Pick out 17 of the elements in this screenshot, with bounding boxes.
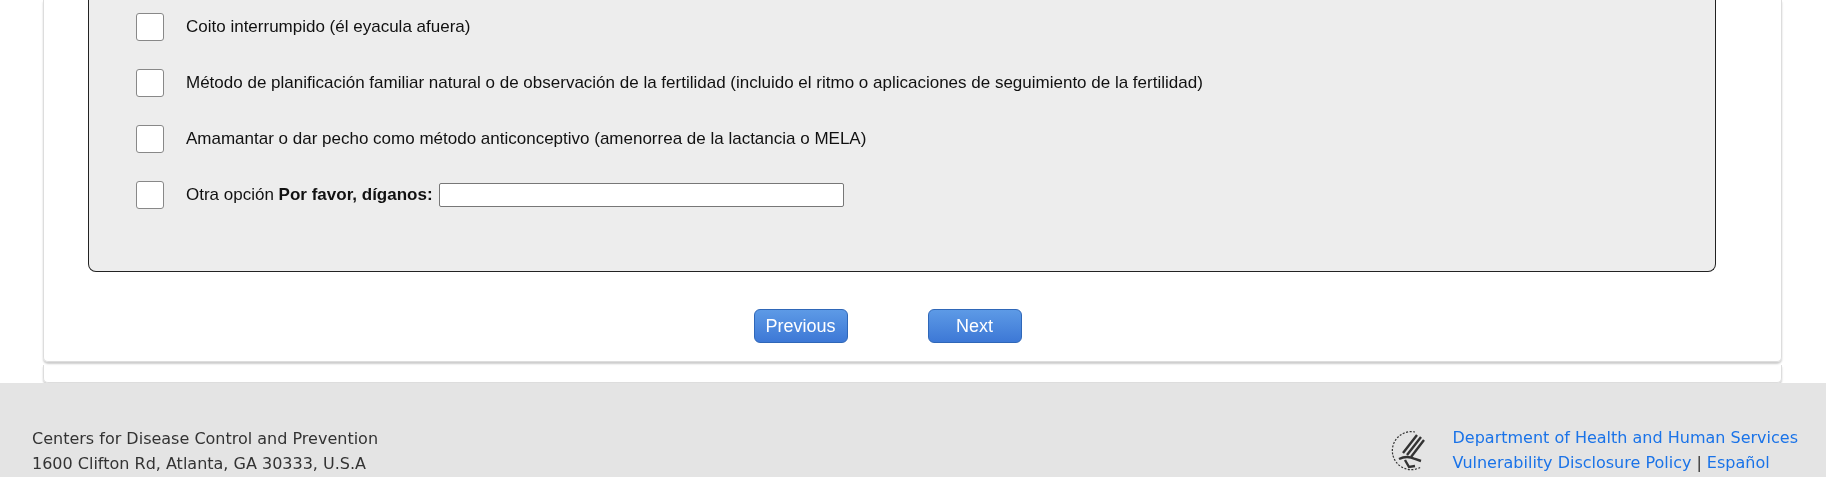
next-button[interactable]: Next: [927, 309, 1022, 343]
organization-name: Centers for Disease Control and Prevention: [32, 429, 379, 448]
option-label: Otra opción Por favor, díganos:: [186, 185, 433, 205]
footer-link[interactable]: Department of Health and Human Services: [1452, 428, 1798, 447]
previous-button[interactable]: Previous: [753, 309, 848, 343]
option-label: Método de planificación familiar natural o de observación de la fertilidad (incluido el ritmo o aplicaciones de seguimiento de la fertilidad): [186, 73, 1203, 93]
checkbox[interactable]: [136, 69, 164, 97]
checkbox[interactable]: [136, 13, 164, 41]
checkbox[interactable]: [136, 125, 164, 153]
footer-link[interactable]: Español: [1706, 453, 1770, 472]
input-field[interactable]: [438, 183, 844, 207]
footer-link[interactable]: Vulnerability Disclosure Policy: [1452, 453, 1692, 472]
option-label: Coito interrumpido (él eyacula afuera): [186, 17, 471, 37]
option-label: Amamantar o dar pecho como método anticonceptivo (amenorrea de la lactancia o MELA): [186, 129, 867, 149]
address: 1600 Clifton Rd, Atlanta, GA 30333, U.S.A: [32, 454, 367, 473]
separator: |: [1696, 453, 1702, 472]
checkbox[interactable]: [136, 181, 164, 209]
